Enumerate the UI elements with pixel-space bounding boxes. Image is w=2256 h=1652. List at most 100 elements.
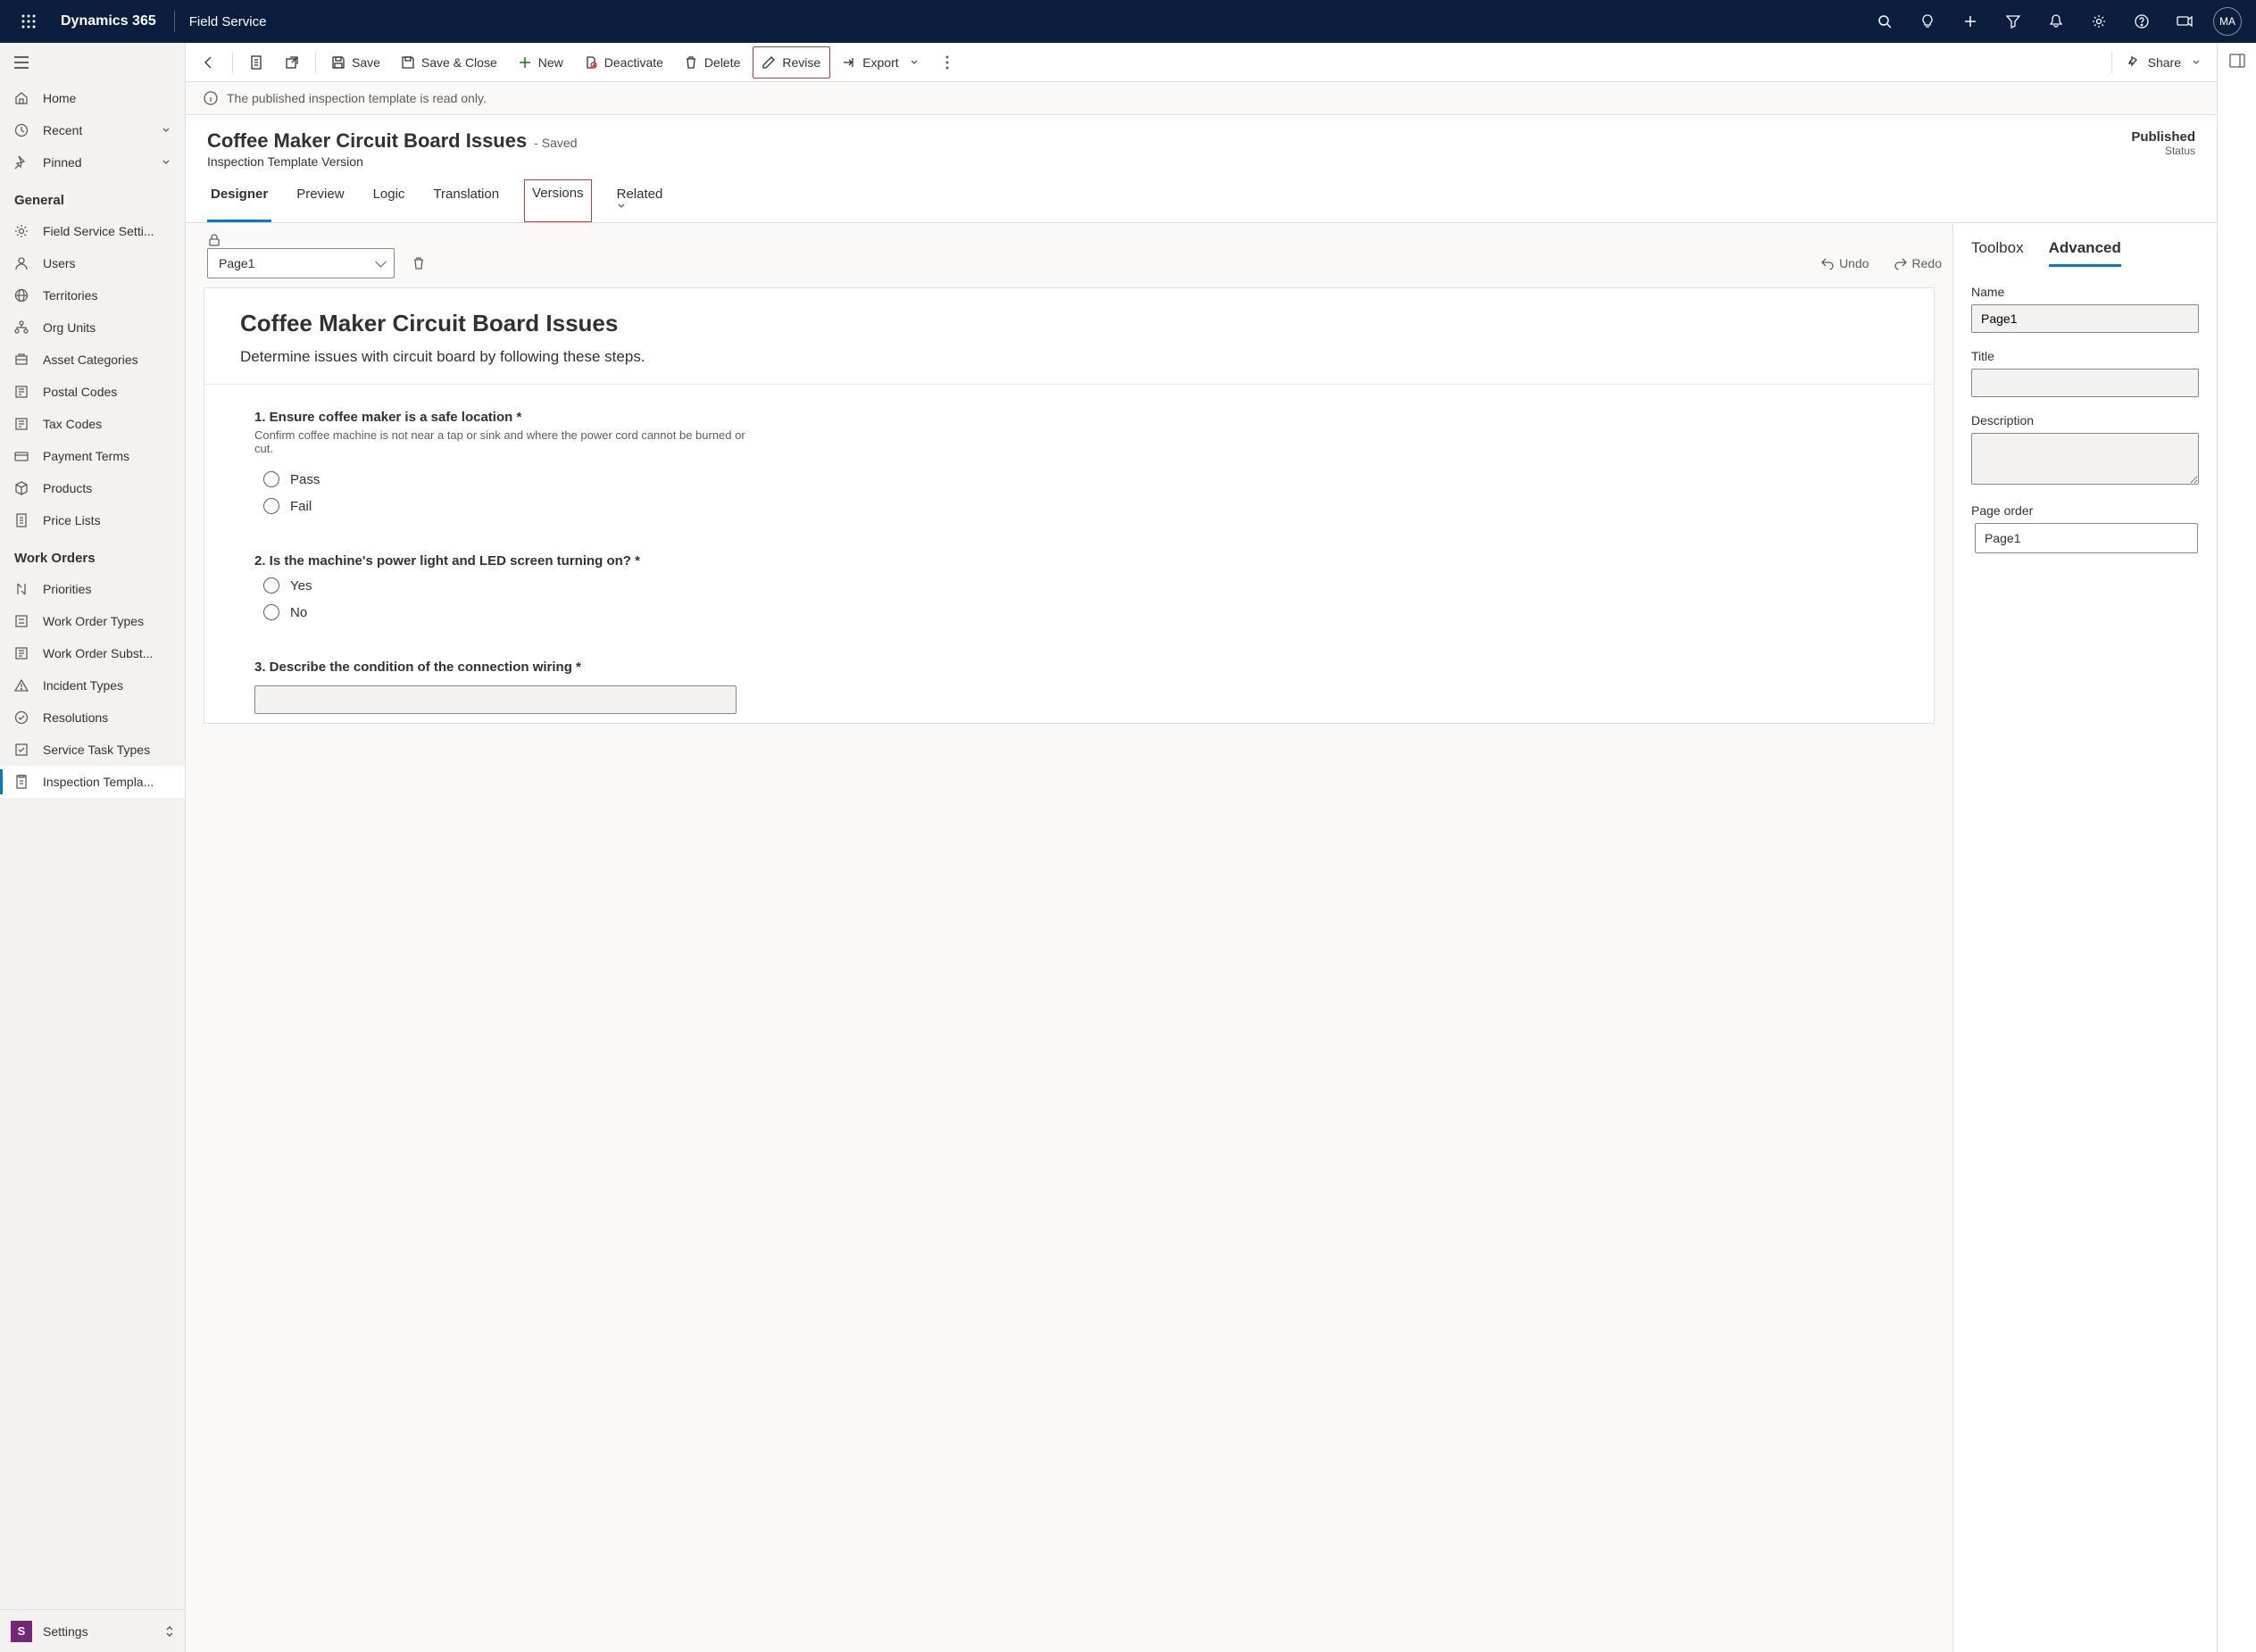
- tab-designer[interactable]: Designer: [207, 179, 271, 222]
- props-tab-advanced[interactable]: Advanced: [2049, 239, 2121, 267]
- app-name-label[interactable]: Field Service: [182, 14, 274, 29]
- nav-item[interactable]: Price Lists: [0, 504, 185, 536]
- question-title: 3. Describe the condition of the connect…: [254, 660, 1884, 675]
- info-icon: [204, 91, 218, 105]
- canvas-toolbar: Page1 Undo Redo: [204, 245, 1952, 287]
- filter-icon[interactable]: [1992, 0, 2035, 43]
- new-button[interactable]: New: [510, 46, 572, 79]
- related-pane-icon[interactable]: [2229, 54, 2245, 68]
- nav-label: Work Order Types: [43, 614, 144, 628]
- overflow-icon[interactable]: [931, 46, 963, 79]
- nav-item[interactable]: Service Task Types: [0, 734, 185, 766]
- tab-preview[interactable]: Preview: [293, 179, 347, 222]
- notice-text: The published inspection template is rea…: [227, 91, 487, 105]
- nav-item[interactable]: Products: [0, 472, 185, 504]
- page-selector[interactable]: Page1: [207, 248, 395, 278]
- share-button[interactable]: Share: [2119, 46, 2210, 79]
- description-field[interactable]: [1971, 433, 2199, 485]
- nav-label: Work Order Subst...: [43, 646, 153, 660]
- nav-item[interactable]: Incident Types: [0, 669, 185, 701]
- app-launcher-icon[interactable]: [7, 0, 50, 43]
- nav-item[interactable]: Inspection Templa...: [0, 766, 185, 798]
- nav-item[interactable]: Resolutions: [0, 701, 185, 734]
- area-switcher[interactable]: S Settings: [0, 1609, 185, 1652]
- nav-item[interactable]: Work Order Types: [0, 605, 185, 637]
- name-field[interactable]: [1971, 304, 2199, 333]
- redo-button[interactable]: Redo: [1887, 253, 1949, 274]
- tab-versions[interactable]: Versions: [524, 179, 592, 222]
- save-close-button[interactable]: Save & Close: [393, 46, 506, 79]
- page-order-select[interactable]: Page1: [1975, 523, 2198, 553]
- nav-item[interactable]: Work Order Subst...: [0, 637, 185, 669]
- user-avatar[interactable]: MA: [2213, 7, 2242, 36]
- radio-option[interactable]: Yes: [254, 572, 1884, 599]
- readonly-notice: The published inspection template is rea…: [186, 82, 2217, 115]
- nav-item[interactable]: Tax Codes: [0, 408, 185, 440]
- text-answer-input[interactable]: [254, 685, 737, 714]
- settings-icon[interactable]: [2077, 0, 2120, 43]
- record-subtitle: Inspection Template Version: [207, 154, 577, 169]
- nav-label: Products: [43, 481, 92, 495]
- radio-option[interactable]: No: [254, 599, 1884, 626]
- revise-button[interactable]: Revise: [753, 46, 830, 79]
- product-icon: [14, 481, 29, 495]
- radio-option[interactable]: Fail: [254, 493, 1884, 519]
- assistant-icon[interactable]: [2163, 0, 2206, 43]
- tab-related[interactable]: Related: [613, 179, 670, 222]
- undo-button[interactable]: Undo: [1814, 253, 1876, 274]
- question[interactable]: 2. Is the machine's power light and LED …: [204, 528, 1934, 635]
- radio-option[interactable]: Pass: [254, 466, 1884, 493]
- saved-label: - Saved: [534, 136, 577, 150]
- radio-icon: [263, 498, 279, 514]
- question[interactable]: 3. Describe the condition of the connect…: [204, 635, 1934, 723]
- nav-item[interactable]: Priorities: [0, 573, 185, 605]
- nav-label: Territories: [43, 288, 97, 303]
- nav-section-header: General: [0, 178, 185, 215]
- nav-label: Priorities: [43, 582, 91, 596]
- hamburger-icon[interactable]: [0, 43, 185, 82]
- plus-icon[interactable]: [1949, 0, 1992, 43]
- nav-label: Home: [43, 91, 76, 105]
- radio-label: No: [290, 605, 307, 620]
- search-icon[interactable]: [1863, 0, 1906, 43]
- save-button[interactable]: Save: [323, 46, 389, 79]
- open-record-set-icon[interactable]: [240, 46, 272, 79]
- sitemap-nav: Home RecentPinned GeneralField Service Se…: [0, 43, 186, 1652]
- nav-item[interactable]: Payment Terms: [0, 440, 185, 472]
- export-button[interactable]: Export: [834, 46, 927, 79]
- command-bar: Save Save & Close New Deactivate Delete …: [186, 43, 2217, 82]
- delete-page-icon[interactable]: [405, 253, 432, 273]
- lightbulb-icon[interactable]: [1906, 0, 1949, 43]
- props-tab-toolbox[interactable]: Toolbox: [1971, 239, 2024, 267]
- nav-label: Incident Types: [43, 678, 123, 693]
- nav-item-recent[interactable]: Recent: [0, 114, 185, 146]
- bell-icon[interactable]: [2035, 0, 2077, 43]
- nav-item[interactable]: Users: [0, 247, 185, 279]
- nav-label: Postal Codes: [43, 385, 117, 399]
- priority-icon: [14, 582, 29, 596]
- tab-translation[interactable]: Translation: [429, 179, 503, 222]
- radio-label: Pass: [290, 472, 320, 487]
- nav-item[interactable]: Territories: [0, 279, 185, 311]
- delete-button[interactable]: Delete: [676, 46, 749, 79]
- canvas-card: Coffee Maker Circuit Board Issues Determ…: [204, 287, 1935, 724]
- radio-label: Fail: [290, 499, 312, 514]
- title-field[interactable]: [1971, 369, 2199, 397]
- radio-label: Yes: [290, 578, 312, 594]
- nav-item[interactable]: Field Service Setti...: [0, 215, 185, 247]
- global-topbar: Dynamics 365 Field Service MA: [0, 0, 2256, 43]
- brand-label[interactable]: Dynamics 365: [50, 13, 167, 29]
- help-icon[interactable]: [2120, 0, 2163, 43]
- back-button[interactable]: [193, 46, 225, 79]
- question[interactable]: 1. Ensure coffee maker is a safe locatio…: [204, 385, 1934, 528]
- nav-item-home[interactable]: Home: [0, 82, 185, 114]
- nav-label: Resolutions: [43, 710, 108, 725]
- popout-icon[interactable]: [276, 46, 308, 79]
- nav-item[interactable]: Org Units: [0, 311, 185, 344]
- deactivate-button[interactable]: Deactivate: [576, 46, 672, 79]
- nav-item[interactable]: Postal Codes: [0, 376, 185, 408]
- nav-item[interactable]: Asset Categories: [0, 344, 185, 376]
- nav-item-pinned[interactable]: Pinned: [0, 146, 185, 178]
- radio-icon: [263, 577, 279, 594]
- tab-logic[interactable]: Logic: [370, 179, 409, 222]
